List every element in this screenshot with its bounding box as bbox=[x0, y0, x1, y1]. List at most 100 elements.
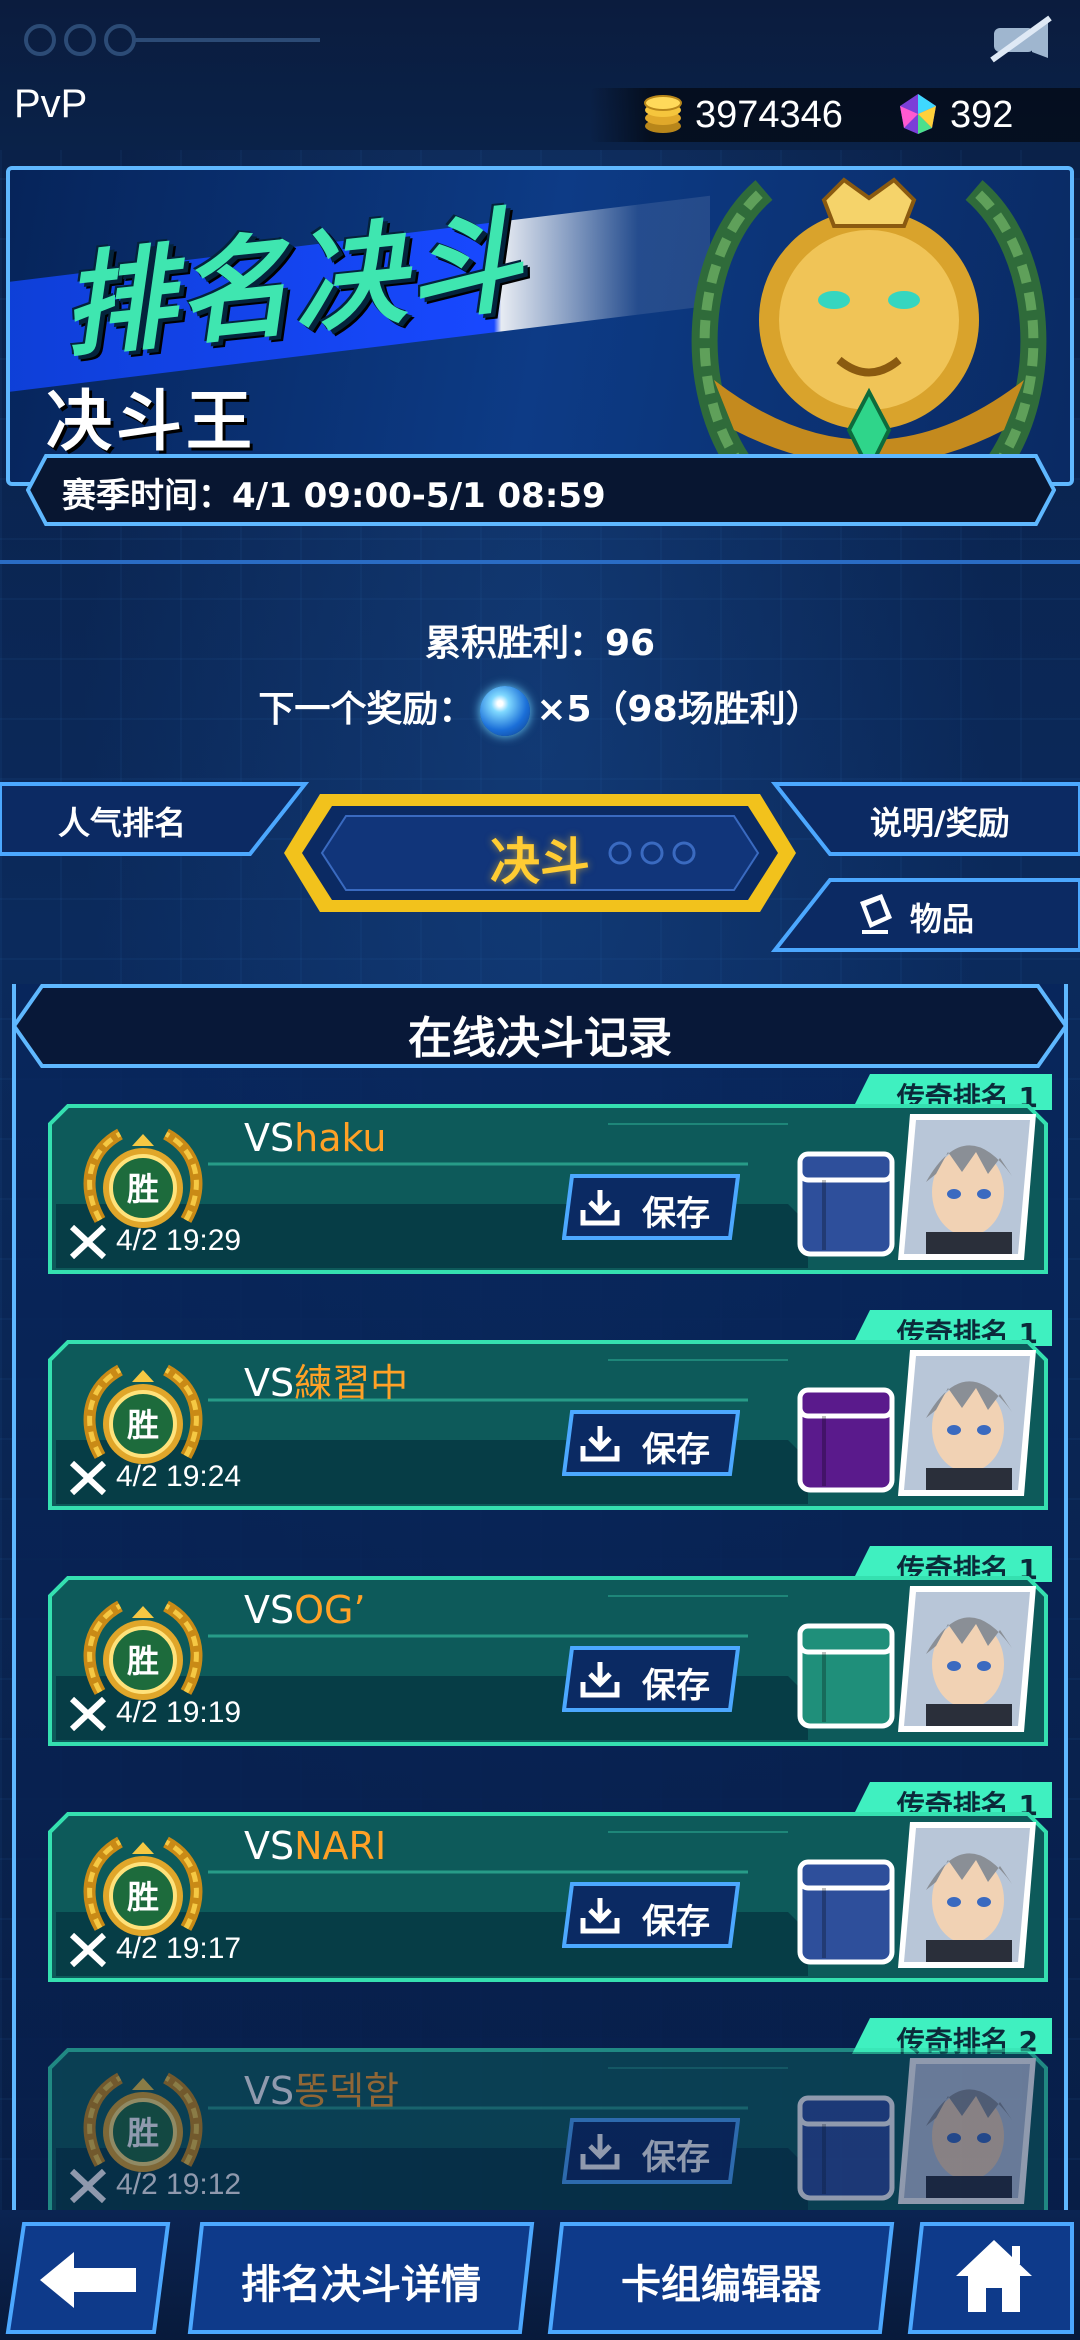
vs-label: VS bbox=[244, 1824, 295, 1868]
lion-crest-icon bbox=[691, 177, 1047, 478]
duel-label: 决斗 bbox=[490, 833, 590, 891]
opponent-name: NARI bbox=[294, 1824, 387, 1868]
duel-record[interactable]: 传奇排名 2 胜 VS똥덱함 保存 4/2 19:12 bbox=[48, 2018, 1058, 2218]
opponent: VSNARI bbox=[244, 1824, 386, 1868]
coin-icon bbox=[644, 95, 682, 133]
season-bar: 赛季时间：4/1 09:00-5/1 08:59 bbox=[26, 454, 1056, 526]
save-label: 保存 bbox=[642, 2138, 710, 2178]
vs-label: VS bbox=[244, 1361, 295, 1405]
tab-popularity-label: 人气排名 bbox=[58, 804, 187, 842]
opponent-avatar bbox=[898, 1586, 1036, 1732]
save-replay-button[interactable]: 保存 bbox=[562, 1410, 740, 1476]
deck-box-icon bbox=[797, 1387, 895, 1493]
top-bar: PvP 3974346 392 bbox=[0, 0, 1080, 150]
win-label: 胜 bbox=[127, 1170, 159, 1208]
duel-timestamp: 4/2 19:29 bbox=[116, 1224, 242, 1257]
orb-icon bbox=[480, 686, 531, 736]
ranked-details-button[interactable]: 排名决斗详情 bbox=[186, 2220, 536, 2336]
duel-time: 4/2 19:24 bbox=[68, 1460, 241, 1496]
rank-tier: 决斗王 bbox=[46, 383, 256, 460]
save-replay-button[interactable]: 保存 bbox=[562, 1174, 740, 1240]
back-button[interactable] bbox=[4, 2220, 172, 2336]
save-label: 保存 bbox=[642, 1194, 710, 1234]
opponent-avatar bbox=[898, 1350, 1036, 1496]
circuit-decoration bbox=[24, 24, 320, 56]
deck-editor-button[interactable]: 卡组编辑器 bbox=[546, 2220, 896, 2336]
download-icon bbox=[580, 1426, 620, 1462]
vs-label: VS bbox=[244, 1588, 295, 1632]
duel-time: 4/2 19:29 bbox=[68, 1224, 242, 1260]
opponent-avatar bbox=[898, 2058, 1036, 2204]
duel-record[interactable]: 传奇排名 1 胜 VS bbox=[48, 1074, 1058, 1274]
duel-timestamp: 4/2 19:19 bbox=[116, 1696, 242, 1729]
opponent-name: OG’ bbox=[294, 1588, 366, 1632]
divider bbox=[0, 560, 1080, 564]
duel-timestamp: 4/2 19:17 bbox=[116, 1932, 242, 1965]
duel-records-panel: 在线决斗记录 传奇排名 1 胜 VShaku 保存 4/2 19:29 传奇排名… bbox=[12, 984, 1068, 2220]
record-card: 胜 VS練習中 保存 4/2 19:24 bbox=[48, 1340, 1048, 1510]
deck-box-icon bbox=[797, 1151, 895, 1257]
deck-box-icon bbox=[797, 2095, 895, 2201]
save-replay-button[interactable]: 保存 bbox=[562, 2118, 740, 2184]
swords-icon bbox=[69, 1697, 107, 1732]
deck-box-icon bbox=[797, 1623, 895, 1729]
record-card: 胜 VS똥덱함 保存 4/2 19:12 bbox=[48, 2048, 1048, 2218]
record-card: 胜 VSOG’ 保存 4/2 19:19 bbox=[48, 1576, 1048, 1746]
opponent: VS練習中 bbox=[244, 1352, 408, 1407]
opponent: VS똥덱함 bbox=[244, 2060, 399, 2115]
duel-time: 4/2 19:19 bbox=[68, 1696, 242, 1732]
swords-icon bbox=[69, 1225, 107, 1260]
deck-editor-label: 卡组编辑器 bbox=[621, 2262, 821, 2308]
duel-time: 4/2 19:12 bbox=[68, 2168, 242, 2204]
opponent-name: haku bbox=[294, 1116, 387, 1160]
save-replay-button[interactable]: 保存 bbox=[562, 1882, 740, 1948]
save-replay-button[interactable]: 保存 bbox=[562, 1646, 740, 1712]
swords-icon bbox=[69, 1933, 107, 1968]
save-label: 保存 bbox=[642, 1902, 710, 1942]
opponent: VSOG’ bbox=[244, 1588, 366, 1632]
coin-count: 3974346 bbox=[695, 94, 843, 136]
season-time: 赛季时间：4/1 09:00-5/1 08:59 bbox=[62, 476, 606, 516]
opponent-avatar bbox=[898, 1114, 1036, 1260]
ranked-duel-banner: 排名决斗 决斗王 bbox=[6, 166, 1074, 486]
opponent-name: 똥덱함 bbox=[294, 2069, 400, 2113]
download-icon bbox=[580, 1898, 620, 1934]
tab-popularity-ranking[interactable]: 人气排名 bbox=[0, 780, 310, 858]
download-icon bbox=[580, 2134, 620, 2170]
next-reward-label: 下一个奖励： bbox=[258, 689, 475, 730]
download-icon bbox=[580, 1662, 620, 1698]
bottom-nav: 排名决斗详情 卡组编辑器 bbox=[0, 2210, 1080, 2340]
total-wins: 累积胜利：96 bbox=[424, 623, 656, 664]
win-label: 胜 bbox=[127, 1406, 159, 1444]
home-button[interactable] bbox=[906, 2220, 1076, 2336]
vs-label: VS bbox=[244, 1116, 295, 1160]
opponent: VShaku bbox=[244, 1116, 386, 1160]
tab-info-rewards[interactable]: 说明/奖励 bbox=[770, 780, 1080, 858]
next-reward: 下一个奖励： ×5（98场胜利） bbox=[0, 680, 1080, 736]
duel-record[interactable]: 传奇排名 1 胜 VS bbox=[48, 1310, 1058, 1510]
gem-icon bbox=[900, 94, 936, 134]
records-title: 在线决斗记录 bbox=[408, 1013, 672, 1064]
opponent-name: 練習中 bbox=[294, 1361, 409, 1405]
record-card: 胜 VSNARI 保存 4/2 19:17 bbox=[48, 1812, 1048, 1982]
next-reward-amount: ×5（98场胜利） bbox=[536, 689, 822, 730]
currency-bar: 3974346 392 bbox=[590, 88, 1080, 142]
save-label: 保存 bbox=[642, 1666, 710, 1706]
page-title: PvP bbox=[14, 82, 88, 126]
opponent-avatar bbox=[898, 1822, 1036, 1968]
save-label: 保存 bbox=[642, 1430, 710, 1470]
tab-items[interactable]: 物品 bbox=[770, 876, 1080, 954]
download-icon bbox=[580, 1190, 620, 1226]
swords-icon bbox=[69, 2169, 107, 2204]
duel-timestamp: 4/2 19:12 bbox=[116, 2168, 242, 2201]
swords-icon bbox=[69, 1461, 107, 1496]
record-card: 胜 VShaku 保存 4/2 19:29 bbox=[48, 1104, 1048, 1274]
ranked-details-label: 排名决斗详情 bbox=[241, 2262, 481, 2308]
mute-icon[interactable] bbox=[986, 14, 1056, 64]
duel-record[interactable]: 传奇排名 1 胜 VS bbox=[48, 1546, 1058, 1746]
duel-button[interactable]: 决斗 bbox=[280, 788, 800, 918]
back-arrow-icon bbox=[40, 2252, 136, 2308]
deck-box-icon bbox=[797, 1859, 895, 1965]
duel-record[interactable]: 传奇排名 1 胜 VS bbox=[48, 1782, 1058, 1982]
win-label: 胜 bbox=[127, 1878, 159, 1916]
